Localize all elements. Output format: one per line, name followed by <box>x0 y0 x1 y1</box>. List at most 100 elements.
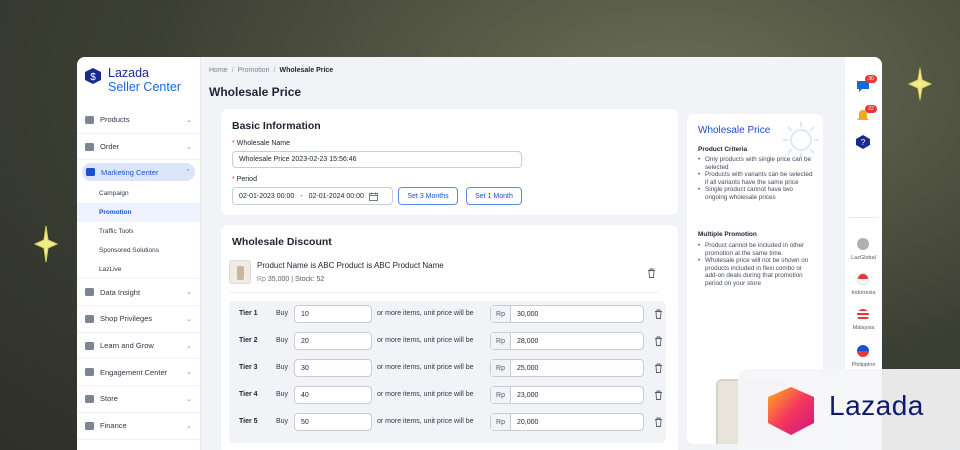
chevron-down-icon: ⌄ <box>186 395 192 403</box>
brand-name: Lazada <box>108 66 150 80</box>
set-3-months-button[interactable]: Set 3 Months <box>398 187 458 205</box>
tier-price-input[interactable]: Rp 28,000 <box>490 332 644 350</box>
criteria-list: Only products with single price can be s… <box>698 156 816 202</box>
chevron-up-icon: ⌃ <box>185 169 191 177</box>
wholesale-name-input[interactable]: Wholesale Price 2023-02-23 15:56:46 <box>232 151 522 168</box>
divider <box>849 217 878 218</box>
country-label: Malaysia <box>852 325 875 331</box>
period-label: * Period <box>232 176 257 183</box>
tier-quantity-input[interactable]: 40 <box>294 386 372 404</box>
sidebar-menu: Products ⌄ Order ⌄ Marketing Center ⌃ Campa… <box>77 107 200 440</box>
malaysia-flag-icon[interactable] <box>857 309 869 321</box>
tier-row: Tier 3 Buy 30 or more items, unit price w… <box>229 355 666 382</box>
tier-quantity-input[interactable]: 30 <box>294 359 372 377</box>
chat-badge: 30 <box>865 75 877 83</box>
tier-label: Tier 2 <box>239 337 258 344</box>
lazglobal-flag-icon[interactable] <box>857 238 869 250</box>
buy-label: Buy <box>276 337 289 344</box>
buy-label: Buy <box>276 418 289 425</box>
sidebar-subitem-promotion[interactable]: Promotion <box>77 203 200 223</box>
country-label: Indonesia <box>851 290 876 296</box>
delete-tier-icon[interactable] <box>654 363 663 373</box>
product-thumbnail <box>229 260 251 284</box>
sidebar-item-products[interactable]: Products ⌄ <box>77 107 200 134</box>
store-icon <box>85 394 94 403</box>
set-1-month-button[interactable]: Set 1 Month <box>466 187 522 205</box>
shop-icon <box>85 314 94 323</box>
tier-price-input[interactable]: Rp 20,000 <box>490 413 644 431</box>
tier-description: or more items, unit price will be <box>377 337 474 344</box>
wholesale-name-label: * Wholesale Name <box>232 140 291 147</box>
delete-product-icon[interactable] <box>647 268 656 278</box>
sidebar-subitem-lazlive[interactable]: LazLive <box>77 260 200 280</box>
tier-quantity-input[interactable]: 10 <box>294 305 372 323</box>
svg-text:$: $ <box>90 72 96 83</box>
country-label: LazGlobal <box>851 255 876 261</box>
list-item: Products with variants can be selected i… <box>698 171 816 186</box>
chevron-down-icon: ⌄ <box>186 289 192 297</box>
tier-quantity-input[interactable]: 20 <box>294 332 372 350</box>
buy-label: Buy <box>276 310 289 317</box>
period-separator: - <box>300 192 303 200</box>
calendar-icon <box>369 192 378 201</box>
indonesia-flag-icon[interactable] <box>857 273 869 285</box>
period-end: 02-01-2024 00:00 <box>308 192 364 200</box>
delete-tier-icon[interactable] <box>654 336 663 346</box>
sidebar-item-marketing-center[interactable]: Marketing Center ⌃ <box>82 163 195 182</box>
sidebar-item-engagement-center[interactable]: Engagement Center ⌄ <box>77 359 200 387</box>
brand-watermark: Lazada <box>738 369 960 450</box>
sparkle-icon <box>907 67 933 101</box>
chevron-down-icon: ⌄ <box>186 116 192 124</box>
breadcrumb-promotion[interactable]: Promotion <box>238 67 270 74</box>
criteria-title: Product Criteria <box>698 146 748 153</box>
period-date-range[interactable]: 02-01-2023 00:00 - 02-01-2024 00:00 <box>232 187 393 205</box>
sidebar-item-order[interactable]: Order ⌄ <box>77 134 200 161</box>
sidebar-item-store[interactable]: Store ⌄ <box>77 386 200 413</box>
list-item: Product cannot be included in other prom… <box>698 242 816 257</box>
breadcrumb-current: Wholesale Price <box>279 67 334 74</box>
breadcrumb-home[interactable]: Home <box>209 67 228 74</box>
product-name: Product Name is ABC Product is ABC Produ… <box>257 261 444 270</box>
sidebar-item-shop-privileges[interactable]: Shop Privileges ⌄ <box>77 306 200 333</box>
tier-label: Tier 4 <box>239 391 258 398</box>
sidebar-item-finance[interactable]: Finance ⌄ <box>77 413 200 440</box>
tier-row: Tier 1 Buy 10 or more items, unit price w… <box>229 301 666 328</box>
multiple-promotion-list: Product cannot be included in other prom… <box>698 242 816 288</box>
tier-price-input[interactable]: Rp 25,000 <box>490 359 644 377</box>
tier-label: Tier 3 <box>239 364 258 371</box>
philippines-flag-icon[interactable] <box>857 345 869 357</box>
page-title: Wholesale Price <box>209 85 302 99</box>
chart-icon <box>85 288 94 297</box>
tier-description: or more items, unit price will be <box>377 310 474 317</box>
sidebar-subitem-campaign[interactable]: Campaign <box>77 184 200 203</box>
section-title: Wholesale Discount <box>232 236 332 248</box>
period-start: 02-01-2023 00:00 <box>239 192 295 200</box>
wholesale-discount-card: Wholesale Discount Product Name is ABC P… <box>221 225 678 450</box>
delete-tier-icon[interactable] <box>654 417 663 427</box>
tier-quantity-input[interactable]: 50 <box>294 413 372 431</box>
delete-tier-icon[interactable] <box>654 309 663 319</box>
help-icon[interactable]: ? <box>855 135 871 149</box>
order-icon <box>85 142 94 151</box>
marketing-icon <box>86 168 95 177</box>
multiple-promotion-title: Multiple Promotion <box>698 231 757 238</box>
sidebar-subitem-traffic-tools[interactable]: Traffic Tools <box>77 222 200 241</box>
tier-description: or more items, unit price will be <box>377 364 474 371</box>
product-row: Product Name is ABC Product is ABC Produ… <box>229 257 659 293</box>
breadcrumb: Home / Promotion / Wholesale Price <box>209 67 334 74</box>
sidebar-subitem-sponsored-solutions[interactable]: Sponsored Solutions <box>77 241 200 260</box>
sidebar-item-learn-and-grow[interactable]: Learn and Grow ⌄ <box>77 333 200 360</box>
engagement-icon <box>85 368 94 377</box>
sidebar-item-data-insight[interactable]: Data Insight ⌄ <box>77 279 200 307</box>
list-item: Only products with single price can be s… <box>698 156 816 171</box>
tier-row: Tier 5 Buy 50 or more items, unit price w… <box>229 409 666 436</box>
delete-tier-icon[interactable] <box>654 390 663 400</box>
tier-price-input[interactable]: Rp 30,000 <box>490 305 644 323</box>
box-icon <box>85 115 94 124</box>
tier-label: Tier 1 <box>239 310 258 317</box>
tier-price-input[interactable]: Rp 23,000 <box>490 386 644 404</box>
chevron-down-icon: ⌄ <box>186 422 192 430</box>
buy-label: Buy <box>276 364 289 371</box>
logo[interactable]: $ Lazada Seller Center <box>77 57 200 107</box>
chevron-down-icon: ⌄ <box>186 315 192 323</box>
